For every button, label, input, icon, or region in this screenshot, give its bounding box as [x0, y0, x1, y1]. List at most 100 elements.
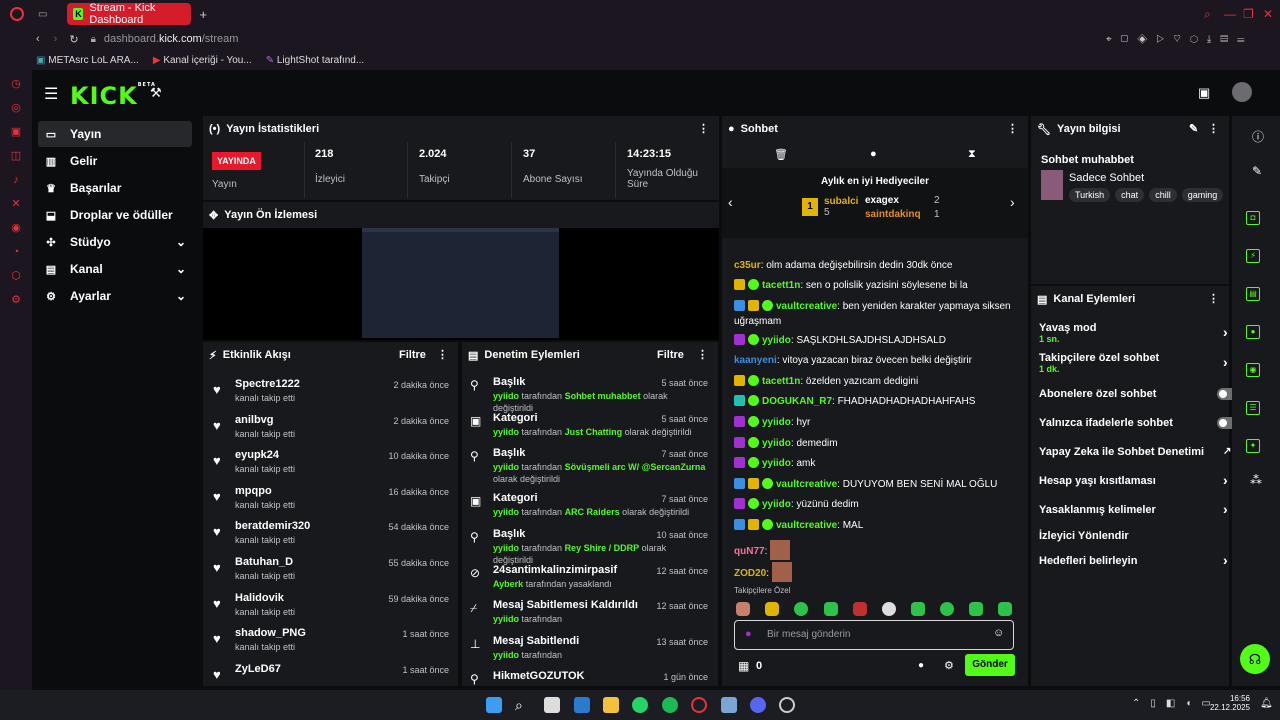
- tiktok-icon[interactable]: ♪: [10, 174, 22, 186]
- chat-message[interactable]: vaultcreative: ben yeniden karakter yapm…: [734, 299, 1020, 329]
- filter-button[interactable]: Filtre: [657, 349, 684, 361]
- chat-username[interactable]: quN77: [734, 546, 765, 557]
- search-icon[interactable]: ⌕: [515, 697, 531, 713]
- list-item[interactable]: ♥ Spectre1222 kanalı takip etti 2 dakika ön…: [213, 376, 449, 410]
- list-item[interactable]: ♥ beratdemir320 kanalı takip etti 54 dakika…: [213, 518, 449, 552]
- chat-username[interactable]: yyiido: [762, 335, 791, 346]
- info-icon[interactable]: ⓘ: [1252, 128, 1264, 145]
- chat-username[interactable]: vaultcreative: [776, 301, 837, 312]
- emote[interactable]: [853, 602, 867, 616]
- list-item[interactable]: ▣ Kategori 7 saat önce yyiido tarafından AR…: [470, 492, 708, 526]
- list-item[interactable]: ⚲ Başlık 7 saat önce yyiido tarafından Sövü…: [470, 447, 708, 484]
- reload-icon[interactable]: ↻: [69, 33, 78, 46]
- list-item[interactable]: ⌿ Mesaj Sabitlemesi Kaldırıldı 12 saat önc…: [470, 599, 708, 633]
- channel-action-item[interactable]: Abonelere özel sohbet: [1039, 388, 1241, 400]
- store-icon[interactable]: [544, 697, 560, 713]
- chat-message[interactable]: yyiido: amk: [734, 456, 1020, 471]
- list-item[interactable]: ♥ mpqpo kanalı takip etti 16 dakika önce: [213, 483, 449, 517]
- hamburger-menu-icon[interactable]: ☰: [44, 84, 58, 104]
- chat-bubble-icon[interactable]: ●: [870, 148, 877, 160]
- tag-chip[interactable]: Turkish: [1069, 188, 1111, 202]
- forward-icon[interactable]: ›: [54, 33, 58, 45]
- bookmark-item[interactable]: ▣ METAsrc LoL ARA...: [36, 55, 139, 66]
- shapes-icon[interactable]: ⁂: [1250, 473, 1262, 487]
- app-icon[interactable]: [721, 697, 737, 713]
- chat-message[interactable]: c35ur: olm adama değişebilirsin dedin 30…: [734, 258, 1020, 273]
- sidebar-item-basarilar[interactable]: ♛ Başarılar: [38, 175, 192, 201]
- extension-icons[interactable]: ⌖▢◈▷♡⬡⤓▤☰: [1106, 34, 1253, 45]
- mod-user[interactable]: yyiido: [493, 391, 519, 401]
- list-item[interactable]: ♥ anilbvg kanalı takip etti 2 dakika önce: [213, 412, 449, 446]
- chat-username[interactable]: DOGUKAN_R7: [762, 396, 832, 407]
- list-item[interactable]: ▣ Kategori 5 saat önce yyiido tarafından Ju…: [470, 412, 708, 446]
- send-button[interactable]: Gönder: [965, 654, 1015, 676]
- opera-logo-icon[interactable]: [10, 7, 24, 21]
- player-icon[interactable]: ◉: [10, 222, 22, 234]
- chat-message[interactable]: quN77:: [734, 540, 1020, 560]
- bookmark-item[interactable]: ▶ Kanal içeriği - You...: [153, 55, 252, 66]
- chat-username[interactable]: c35ur: [734, 260, 761, 271]
- minimize-icon[interactable]: —: [1224, 7, 1236, 21]
- opera-icon[interactable]: [691, 697, 707, 713]
- emote[interactable]: [794, 602, 808, 616]
- emote[interactable]: [911, 602, 925, 616]
- gx-icon[interactable]: ◎: [10, 102, 22, 114]
- more-options-icon[interactable]: ⋮: [1208, 292, 1219, 305]
- maximize-icon[interactable]: ❐: [1243, 7, 1254, 21]
- list-item[interactable]: ⊥ Mesaj Sabitlendi 13 saat önce yyiido tara…: [470, 635, 708, 669]
- mod-user[interactable]: yyiido: [493, 427, 519, 437]
- mod-user[interactable]: yyiido: [493, 462, 519, 472]
- settings-icon[interactable]: ⚙: [10, 294, 22, 306]
- list-item[interactable]: ♥ Batuhan_D kanalı takip etti 55 dakika önc…: [213, 554, 449, 588]
- browser-tab-active[interactable]: K Stream - Kick Dashboard: [67, 2, 192, 26]
- tag-chip[interactable]: chat: [1115, 188, 1145, 202]
- list-item[interactable]: ⚲ Başlık 5 saat önce yyiido tarafından Sohb…: [470, 376, 708, 413]
- close-icon[interactable]: ✕: [1263, 7, 1273, 21]
- back-icon[interactable]: ‹: [36, 33, 40, 45]
- sidebar-item-kanal[interactable]: ▤ Kanal ⌄: [38, 256, 192, 282]
- sidebar-item-studyo[interactable]: ✣ Stüdyo ⌄: [38, 229, 192, 255]
- emote[interactable]: [998, 602, 1012, 616]
- mod-user[interactable]: yyiido: [493, 614, 519, 624]
- chat-message[interactable]: tacett1n: sen o polislik yazisini söyles…: [734, 278, 1020, 293]
- more-options-icon[interactable]: ⋮: [1208, 122, 1219, 135]
- channel-action-item[interactable]: Hedefleri belirleyin ›: [1039, 552, 1229, 568]
- chat-username[interactable]: tacett1n: [762, 376, 800, 387]
- discord-icon[interactable]: [750, 697, 766, 713]
- list-item[interactable]: ♥ Halidovik kanalı takip etti 59 dakika önc…: [213, 590, 449, 624]
- more-options-icon[interactable]: ⋮: [697, 348, 708, 361]
- emote[interactable]: [940, 602, 954, 616]
- emoji-icon[interactable]: ☺: [993, 627, 1004, 639]
- mod-user[interactable]: yyiido: [493, 507, 519, 517]
- channel-action-item[interactable]: Yavaş mod 1 sn. ›: [1039, 322, 1229, 344]
- emote[interactable]: [736, 602, 750, 616]
- cube-icon[interactable]: ⬡: [10, 270, 22, 282]
- gift-icon[interactable]: ▦: [738, 659, 749, 673]
- chat-message[interactable]: tacett1n: özelden yazıcam dedigini: [734, 374, 1020, 389]
- app-icon[interactable]: [779, 697, 795, 713]
- chat-message[interactable]: vaultcreative: DUYUYOM BEN SENİ MAL OĞLU: [734, 477, 1020, 492]
- pencil-icon[interactable]: ✎: [1252, 164, 1262, 178]
- more-options-icon[interactable]: ⋮: [698, 122, 709, 135]
- more-options-icon[interactable]: ⋮: [1007, 122, 1018, 135]
- chat-username[interactable]: yyiido: [762, 417, 791, 428]
- chat-message[interactable]: yyiido: hyr: [734, 415, 1020, 430]
- chat-username[interactable]: vaultcreative: [776, 479, 837, 490]
- bolt-icon[interactable]: ⚡︎: [1246, 249, 1260, 263]
- chat-message[interactable]: kaanyeni: vitoya yazacan biraz övecen be…: [734, 353, 1020, 368]
- url-field[interactable]: dashboard.kick.com/stream: [104, 33, 239, 45]
- channel-action-item[interactable]: Yasaklanmış kelimeler ›: [1039, 501, 1229, 517]
- discord-icon[interactable]: ▣: [10, 126, 22, 138]
- avatar[interactable]: [1232, 82, 1252, 102]
- hammer-icon[interactable]: ⚒: [150, 85, 162, 101]
- chat-message[interactable]: DOGUKAN_R7: FHADHADHADHADHAHFAHS: [734, 394, 1020, 409]
- wrench-icon[interactable]: ✦: [1246, 439, 1260, 453]
- list-item[interactable]: ♥ shadow_PNG kanalı takip etti 1 saat önce: [213, 625, 449, 659]
- list-item[interactable]: ♥ eyupk24 kanalı takip etti 10 dakika önce: [213, 447, 449, 481]
- list-item[interactable]: ⚲ Başlık 10 saat önce yyiido tarafından Rey…: [470, 528, 708, 565]
- chat-message[interactable]: vaultcreative: MAL: [734, 518, 1020, 533]
- edit-icon[interactable]: ✎: [1189, 122, 1198, 135]
- chat-username[interactable]: yyiido: [762, 499, 791, 510]
- chat-username[interactable]: yyiido: [762, 438, 791, 449]
- sidebar-item-droplar[interactable]: ⬓ Droplar ve ödüller: [38, 202, 192, 228]
